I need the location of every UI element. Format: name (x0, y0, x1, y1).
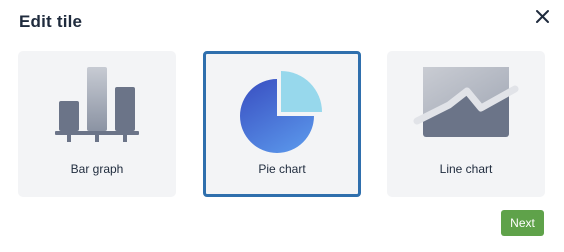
tile-label-bar-graph: Bar graph (70, 162, 124, 176)
tile-type-options: Bar graph Pie chart Line chart (18, 51, 546, 197)
line-chart-icon (413, 67, 519, 137)
close-button[interactable] (532, 6, 554, 28)
edit-tile-dialog: Edit tile Bar graph Pie chart Line chart… (0, 0, 564, 252)
next-button[interactable]: Next (501, 210, 544, 236)
bar-graph-icon (55, 67, 139, 142)
tile-option-line-chart[interactable]: Line chart (387, 51, 545, 197)
tile-label-pie-chart: Pie chart (258, 162, 306, 176)
dialog-title: Edit tile (19, 12, 83, 31)
pie-chart-icon (240, 71, 322, 153)
close-icon (536, 10, 549, 23)
tile-option-bar-graph[interactable]: Bar graph (18, 51, 176, 197)
tile-label-line-chart: Line chart (439, 162, 493, 176)
tile-option-pie-chart[interactable]: Pie chart (203, 51, 361, 197)
